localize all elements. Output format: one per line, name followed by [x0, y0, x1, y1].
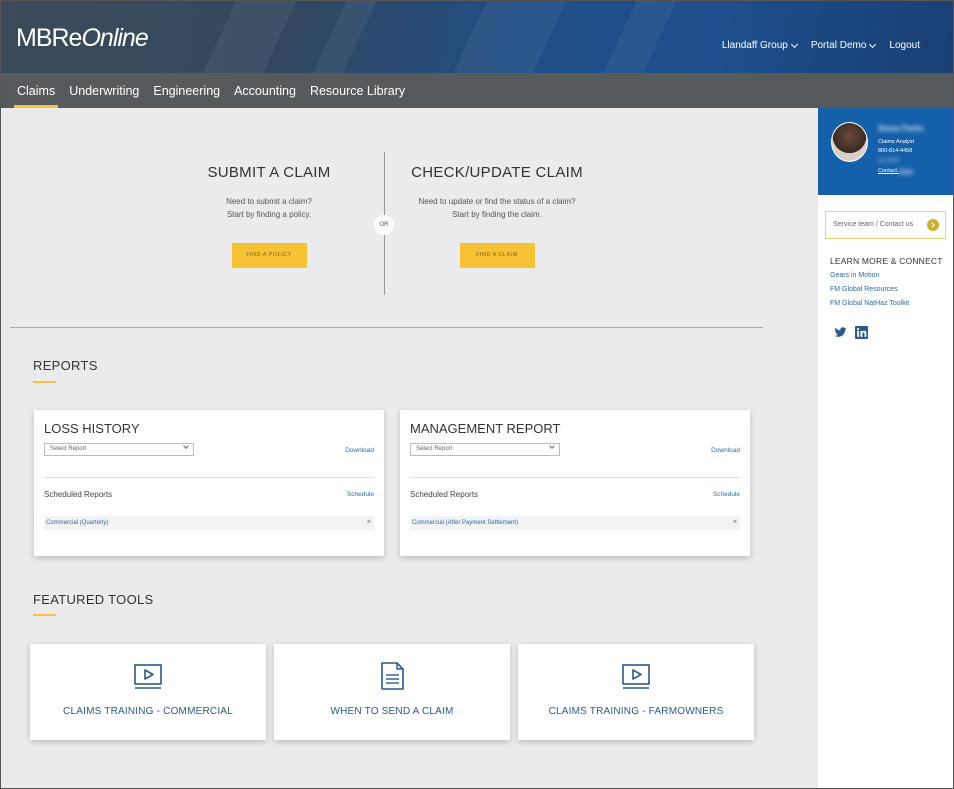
check-claim-desc-line: Need to update or find the status of a c…	[418, 197, 576, 206]
contact-name: Diana	[898, 168, 913, 174]
contact-profile: Diana Parks Claims Analyst 800-814-4458 …	[818, 108, 954, 195]
report-select-value: Select Report	[50, 446, 87, 452]
remove-icon[interactable]: ×	[733, 516, 737, 530]
group-menu[interactable]: Llandaff Group	[721, 40, 798, 51]
portal-menu[interactable]: Portal Demo	[810, 40, 877, 51]
nav-resource-library[interactable]: Resource Library	[307, 73, 408, 108]
download-link[interactable]: Download	[711, 447, 740, 454]
featured-tools-underline	[33, 614, 56, 616]
profile-ext: ext 1870	[878, 158, 900, 164]
main-nav: Claims Underwriting Engineering Accounti…	[0, 73, 954, 108]
report-select[interactable]: Select Report	[410, 443, 560, 456]
find-claim-button[interactable]: FIND A CLAIM	[459, 243, 535, 268]
tool-card-when-to-send[interactable]: WHEN TO SEND A CLAIM	[274, 644, 510, 740]
learn-more-title: LEARN MORE & CONNECT	[830, 256, 943, 266]
arrow-right-icon	[927, 219, 939, 231]
report-select-value: Select Report	[416, 446, 453, 452]
tool-label: CLAIMS TRAINING - FARMOWNERS	[548, 706, 724, 717]
nav-accounting[interactable]: Accounting	[231, 73, 299, 108]
logout-link[interactable]: Logout	[889, 40, 920, 51]
twitter-icon[interactable]	[834, 326, 847, 339]
nav-engineering[interactable]: Engineering	[150, 73, 223, 108]
avatar	[831, 122, 868, 162]
submit-claim-title: SUBMIT A CLAIM	[207, 164, 331, 181]
learn-link-resources[interactable]: FM Global Resources	[830, 286, 898, 293]
profile-role: Claims Analyst	[878, 139, 915, 145]
main-content: SUBMIT A CLAIM Need to submit a claim? S…	[0, 108, 818, 789]
or-badge: OR	[374, 215, 394, 235]
submit-claim-desc-line: Need to submit a claim?	[226, 197, 312, 206]
learn-link-nathaz[interactable]: FM Global NatHaz Toolkit	[830, 300, 909, 307]
chevron-down-icon	[790, 40, 798, 48]
card-divider	[410, 477, 740, 478]
site-logo[interactable]: MBReOnline	[16, 24, 149, 53]
header-decoration	[202, 0, 298, 73]
logout-label: Logout	[889, 40, 920, 51]
submit-claim-section: SUBMIT A CLAIM Need to submit a claim? S…	[179, 164, 359, 268]
chevron-down-icon	[183, 443, 189, 449]
scheduled-reports-label: Scheduled Reports	[410, 490, 479, 499]
check-claim-desc: Need to update or find the status of a c…	[407, 195, 587, 221]
check-claim-section: CHECK/UPDATE CLAIM Need to update or fin…	[407, 164, 587, 268]
check-claim-desc-line: Start by finding the claim.	[452, 210, 542, 219]
learn-link-gears[interactable]: Gears in Motion	[830, 272, 879, 279]
loss-history-card: LOSS HISTORY Select Report Download Sche…	[34, 410, 384, 556]
submit-claim-desc: Need to submit a claim? Start by finding…	[179, 195, 359, 221]
scheduled-report-name: Commercial (Quarterly)	[46, 520, 109, 526]
download-link[interactable]: Download	[345, 447, 374, 454]
account-links: Llandaff Group Portal Demo Logout	[722, 40, 920, 51]
scheduled-report-row[interactable]: Commercial (After Payment Settlement) ×	[410, 516, 740, 530]
reports-underline	[33, 381, 56, 383]
scheduled-report-name: Commercial (After Payment Settlement)	[412, 520, 519, 526]
chevron-down-icon	[869, 40, 877, 48]
video-play-icon	[134, 664, 162, 689]
contact-label: Contact	[878, 168, 897, 174]
card-divider	[44, 477, 374, 478]
card-title: LOSS HISTORY	[44, 421, 140, 436]
schedule-link[interactable]: Schedule	[713, 491, 740, 498]
check-claim-title: CHECK/UPDATE CLAIM	[411, 164, 583, 181]
group-menu-label: Llandaff Group	[721, 40, 788, 51]
linkedin-icon[interactable]	[855, 326, 868, 339]
find-policy-button[interactable]: FIND A POLICY	[231, 243, 307, 268]
tool-label: WHEN TO SEND A CLAIM	[330, 706, 454, 717]
schedule-link[interactable]: Schedule	[347, 491, 374, 498]
report-select[interactable]: Select Report	[44, 443, 194, 456]
management-report-card: MANAGEMENT REPORT Select Report Download…	[400, 410, 750, 556]
remove-icon[interactable]: ×	[367, 516, 371, 530]
tool-card-claims-training-commercial[interactable]: CLAIMS TRAINING - COMMERCIAL	[30, 644, 266, 740]
site-header: MBReOnline Llandaff Group Portal Demo Lo…	[0, 0, 954, 73]
profile-contact-link[interactable]: Contact Diana	[878, 168, 913, 174]
reports-title: REPORTS	[33, 358, 98, 373]
header-decoration	[452, 0, 568, 73]
submit-claim-desc-line: Start by finding a policy.	[226, 210, 312, 219]
service-team-label: Service team / Contact us	[833, 221, 914, 228]
featured-tools-title: FEATURED TOOLS	[33, 592, 154, 607]
document-icon	[381, 662, 404, 690]
portal-menu-label: Portal Demo	[810, 40, 867, 51]
logo-main: MBRe	[16, 24, 82, 52]
scheduled-reports-label: Scheduled Reports	[44, 490, 113, 499]
nav-claims[interactable]: Claims	[14, 73, 59, 108]
logo-italic: Online	[81, 24, 148, 52]
chevron-down-icon	[549, 443, 555, 449]
scheduled-report-row[interactable]: Commercial (Quarterly) ×	[44, 516, 374, 530]
tool-label: CLAIMS TRAINING - COMMERCIAL	[63, 706, 233, 717]
profile-phone: 800-814-4458	[878, 148, 913, 154]
video-play-icon	[622, 664, 650, 689]
nav-underwriting[interactable]: Underwriting	[66, 73, 142, 108]
service-team-button[interactable]: Service team / Contact us	[825, 211, 946, 239]
header-decoration	[602, 0, 678, 73]
header-decoration	[312, 0, 378, 73]
tool-card-claims-training-farmowners[interactable]: CLAIMS TRAINING - FARMOWNERS	[518, 644, 754, 740]
card-title: MANAGEMENT REPORT	[410, 421, 561, 436]
section-divider	[10, 327, 763, 328]
profile-name: Diana Parks	[878, 124, 924, 133]
right-sidebar: Diana Parks Claims Analyst 800-814-4458 …	[818, 108, 954, 789]
